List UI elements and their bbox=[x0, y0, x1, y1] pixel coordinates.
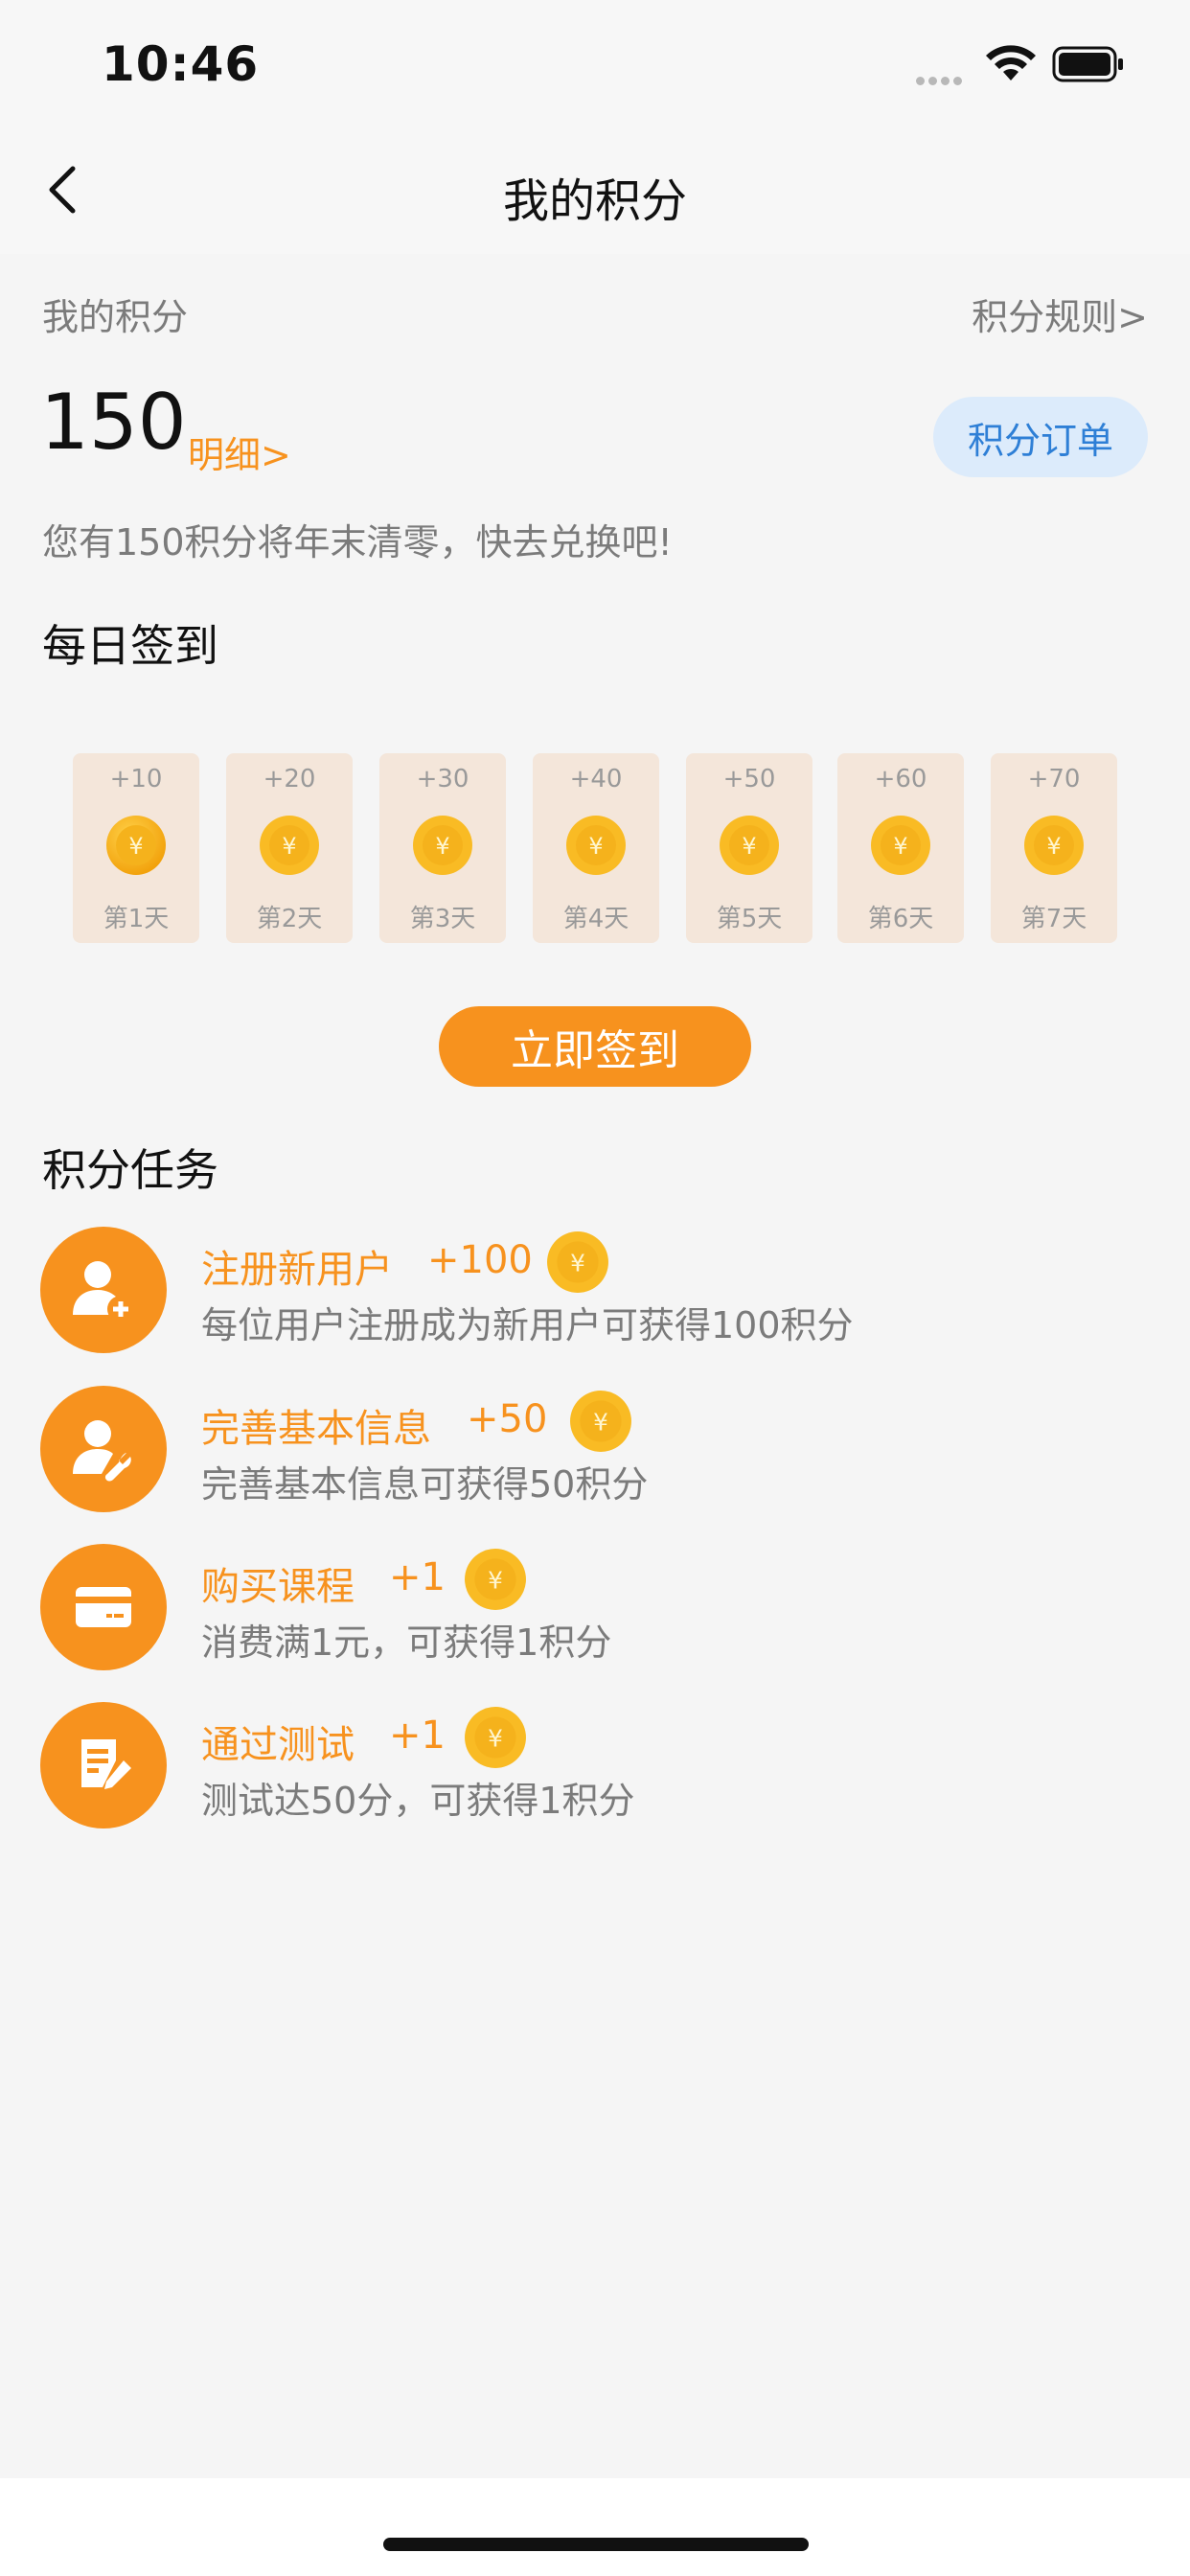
task-reward: +50 bbox=[467, 1397, 548, 1441]
test-edit-icon bbox=[40, 1702, 167, 1828]
card-icon bbox=[40, 1544, 167, 1670]
checkin-day-card: +50 ¥ 第5天 bbox=[686, 753, 812, 943]
task-description: 完善基本信息可获得50积分 bbox=[201, 1463, 649, 1506]
checkin-section-title: 每日签到 bbox=[42, 620, 218, 672]
day-label: 第5天 bbox=[716, 905, 783, 933]
task-name: 通过测试 bbox=[201, 1723, 355, 1767]
user-add-icon bbox=[40, 1227, 167, 1353]
svg-text:¥: ¥ bbox=[488, 1724, 503, 1752]
day-label: 第4天 bbox=[562, 905, 629, 933]
coin-icon: ¥ bbox=[1023, 815, 1085, 880]
task-name: 注册新用户 bbox=[201, 1248, 393, 1292]
coin-icon: ¥ bbox=[259, 815, 320, 880]
checkin-button[interactable]: 立即签到 bbox=[439, 1006, 751, 1087]
day-label: 第7天 bbox=[1020, 905, 1087, 933]
coin-icon: ¥ bbox=[870, 815, 931, 880]
coin-icon: ¥ bbox=[105, 815, 167, 880]
svg-text:¥: ¥ bbox=[435, 833, 449, 860]
svg-text:¥: ¥ bbox=[282, 833, 296, 860]
coin-icon: ¥ bbox=[569, 1390, 632, 1457]
coin-icon: ¥ bbox=[464, 1548, 527, 1615]
status-time: 10:46 bbox=[102, 36, 260, 92]
day-points: +20 bbox=[263, 765, 316, 794]
points-value: 150 bbox=[40, 378, 187, 467]
status-bar: 10:46 bbox=[0, 0, 1190, 125]
bottom-safe-area bbox=[0, 2478, 1190, 2576]
battery-icon bbox=[1052, 46, 1125, 88]
my-points-label: 我的积分 bbox=[42, 296, 189, 338]
day-label: 第3天 bbox=[409, 905, 476, 933]
svg-text:¥: ¥ bbox=[588, 833, 603, 860]
points-page: 10:46 我的积分 我的积分 积分规则> 150 明细> 积分订单 您有150… bbox=[0, 0, 1190, 2576]
checkin-day-card: +40 ¥ 第4天 bbox=[533, 753, 659, 943]
task-description: 每位用户注册成为新用户可获得100积分 bbox=[201, 1304, 854, 1346]
task-name: 完善基本信息 bbox=[201, 1407, 431, 1451]
day-points: +50 bbox=[722, 765, 776, 794]
checkin-day-card: +30 ¥ 第3天 bbox=[379, 753, 506, 943]
task-item-purchase[interactable]: 购买课程 +1 ¥ 消费满1元，可获得1积分 bbox=[0, 1544, 1190, 1678]
day-points: +10 bbox=[109, 765, 163, 794]
day-label: 第6天 bbox=[867, 905, 934, 933]
checkin-day-card: +20 ¥ 第2天 bbox=[226, 753, 353, 943]
svg-text:¥: ¥ bbox=[893, 833, 907, 860]
task-reward: +1 bbox=[389, 1714, 446, 1758]
checkin-day-card: +10 ¥ 第1天 bbox=[73, 753, 199, 943]
checkin-day-card: +60 ¥ 第6天 bbox=[837, 753, 964, 943]
svg-text:¥: ¥ bbox=[570, 1249, 585, 1276]
day-points: +70 bbox=[1027, 765, 1081, 794]
points-orders-button[interactable]: 积分订单 bbox=[933, 397, 1148, 477]
tasks-section-title: 积分任务 bbox=[42, 1144, 218, 1196]
points-rules-link[interactable]: 积分规则> bbox=[972, 288, 1148, 340]
task-item-profile[interactable]: 完善基本信息 +50 ¥ 完善基本信息可获得50积分 bbox=[0, 1386, 1190, 1520]
task-description: 消费满1元，可获得1积分 bbox=[201, 1622, 612, 1664]
signal-icon bbox=[916, 71, 966, 89]
nav-bar: 我的积分 bbox=[0, 125, 1190, 254]
coin-icon: ¥ bbox=[412, 815, 473, 880]
day-points: +60 bbox=[874, 765, 927, 794]
page-title: 我的积分 bbox=[502, 174, 687, 228]
task-name: 购买课程 bbox=[201, 1565, 355, 1609]
checkin-day-list: +10 ¥ 第1天 +20 ¥ 第2天 +30 ¥ 第3天 +40 ¥ 第4天 bbox=[73, 753, 1117, 943]
checkin-day-card: +70 ¥ 第7天 bbox=[991, 753, 1117, 943]
day-label: 第2天 bbox=[256, 905, 323, 933]
task-description: 测试达50分，可获得1积分 bbox=[201, 1780, 635, 1822]
svg-text:¥: ¥ bbox=[593, 1408, 608, 1436]
day-label: 第1天 bbox=[103, 905, 170, 933]
svg-text:¥: ¥ bbox=[488, 1566, 503, 1594]
task-reward: +1 bbox=[389, 1555, 446, 1599]
task-reward: +100 bbox=[427, 1238, 533, 1282]
svg-text:¥: ¥ bbox=[742, 833, 756, 860]
expire-note: 您有150积分将年末清零，快去兑换吧! bbox=[42, 521, 673, 564]
task-item-register[interactable]: 注册新用户 +100 ¥ 每位用户注册成为新用户可获得100积分 bbox=[0, 1227, 1190, 1361]
points-detail-link[interactable]: 明细> bbox=[188, 426, 291, 478]
user-settings-icon bbox=[40, 1386, 167, 1512]
task-item-test[interactable]: 通过测试 +1 ¥ 测试达50分，可获得1积分 bbox=[0, 1702, 1190, 1836]
day-points: +30 bbox=[416, 765, 469, 794]
home-indicator[interactable] bbox=[383, 2538, 809, 2551]
day-points: +40 bbox=[569, 765, 623, 794]
coin-icon: ¥ bbox=[464, 1706, 527, 1773]
coin-icon: ¥ bbox=[546, 1230, 609, 1298]
wifi-icon bbox=[985, 44, 1037, 86]
svg-text:¥: ¥ bbox=[1046, 833, 1061, 860]
coin-icon: ¥ bbox=[565, 815, 627, 880]
coin-icon: ¥ bbox=[719, 815, 780, 880]
svg-text:¥: ¥ bbox=[128, 833, 143, 860]
